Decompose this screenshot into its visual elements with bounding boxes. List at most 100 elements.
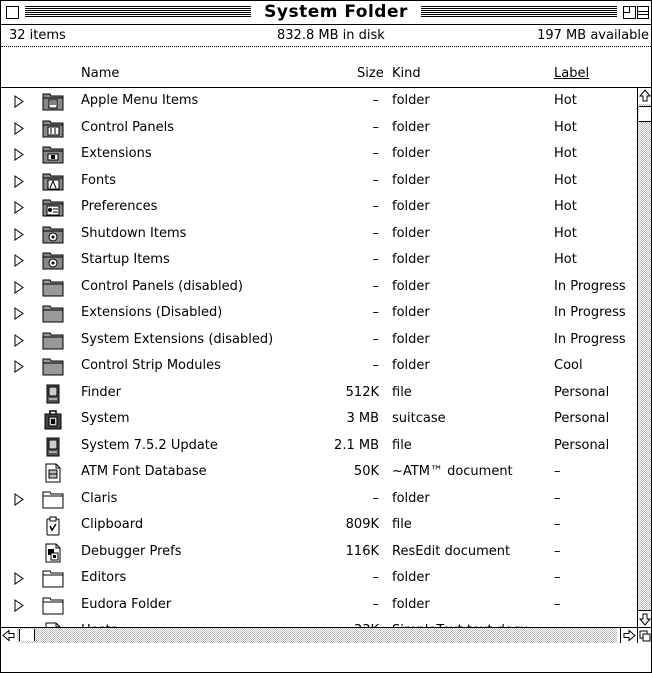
scroll-right-arrow-icon[interactable] — [620, 628, 637, 643]
file-kind: folder — [392, 358, 430, 373]
file-name[interactable]: System — [81, 411, 129, 426]
close-box[interactable] — [6, 6, 19, 19]
file-label: In Progress — [554, 331, 626, 347]
disclosure-triangle-icon[interactable] — [14, 307, 24, 320]
disclosure-triangle-icon[interactable] — [14, 174, 24, 188]
file-row[interactable]: Extensions (Disabled) – folder In Progress — [1, 300, 637, 327]
folder-icon[interactable] — [42, 490, 64, 510]
file-row[interactable]: System Extensions (disabled) – folder In Pr… — [1, 327, 637, 354]
file-name[interactable]: System 7.5.2 Update — [81, 438, 218, 453]
file-row[interactable]: Apple Menu Items – folder Hot — [1, 88, 637, 115]
file-row[interactable]: Shutdown Items – folder Hot — [1, 221, 637, 248]
file-size: – — [372, 358, 380, 373]
file-name[interactable]: Control Panels — [81, 120, 174, 135]
file-name[interactable]: Control Panels (disabled) — [81, 279, 243, 294]
disclosure-triangle-icon[interactable] — [14, 148, 24, 161]
file-name[interactable]: Control Strip Modules — [81, 358, 221, 373]
disclosure-triangle-icon[interactable] — [14, 572, 24, 585]
file-row[interactable]: Preferences – folder Hot — [1, 194, 637, 221]
file-name[interactable]: Eudora Folder — [81, 597, 171, 612]
file-kind: folder — [392, 252, 430, 267]
gray-folder-icon[interactable] — [42, 304, 64, 324]
file-row[interactable]: System 7.5.2 Update 2.1 MB file Personal — [1, 433, 637, 460]
file-name[interactable]: Finder — [81, 385, 121, 400]
disclosure-triangle-icon[interactable] — [14, 254, 24, 267]
file-row[interactable]: Fonts – folder Hot — [1, 168, 637, 195]
disclosure-triangle-icon[interactable] — [14, 333, 24, 347]
disclosure-triangle-icon[interactable] — [14, 227, 24, 241]
disclosure-triangle-icon[interactable] — [14, 360, 24, 373]
file-name[interactable]: Preferences — [81, 199, 157, 214]
system-suitcase-icon[interactable] — [42, 410, 64, 430]
fonts-folder-icon[interactable] — [42, 172, 64, 192]
file-row[interactable]: Control Panels (disabled) – folder In Progr… — [1, 274, 637, 301]
file-name[interactable]: Shutdown Items — [81, 226, 186, 241]
file-row[interactable]: Hosts33KSimpleText text docu...– — [1, 618, 637, 627]
finder-file-icon[interactable] — [42, 384, 64, 404]
file-row[interactable]: Finder 512K file Personal — [1, 380, 637, 407]
disclosure-triangle-icon[interactable] — [14, 598, 24, 612]
file-row[interactable]: Clipboard 809K file – — [1, 512, 637, 539]
apple-menu-folder-icon[interactable] — [42, 92, 64, 112]
zoom-box[interactable] — [623, 6, 636, 19]
file-name[interactable]: Clipboard — [81, 517, 143, 532]
vertical-scroll-thumb[interactable] — [639, 106, 651, 122]
windowshade-box[interactable] — [637, 6, 649, 19]
file-row[interactable]: Claris – folder – — [1, 486, 637, 513]
disclosure-triangle-icon[interactable] — [14, 492, 24, 506]
disclosure-triangle-icon[interactable] — [14, 280, 24, 294]
folder-icon[interactable] — [42, 596, 64, 616]
file-name[interactable]: Apple Menu Items — [81, 93, 198, 108]
file-row[interactable]: Editors – folder – — [1, 565, 637, 592]
file-name[interactable]: Editors — [81, 570, 126, 585]
file-name[interactable]: ATM Font Database — [81, 464, 207, 479]
startup-items-folder-icon[interactable] — [42, 251, 64, 271]
file-name[interactable]: Startup Items — [81, 252, 170, 267]
scroll-down-arrow-icon[interactable] — [638, 610, 651, 627]
disclosure-triangle-icon[interactable] — [14, 121, 24, 135]
preferences-folder-icon[interactable] — [42, 198, 64, 218]
file-name[interactable]: Debugger Prefs — [81, 544, 182, 559]
column-header-size[interactable]: Size — [357, 66, 384, 81]
file-name[interactable]: Fonts — [81, 173, 116, 188]
file-kind: folder — [392, 146, 430, 161]
file-name[interactable]: System Extensions (disabled) — [81, 332, 273, 347]
vertical-scrollbar[interactable] — [637, 88, 651, 627]
file-name[interactable]: Extensions (Disabled) — [81, 305, 222, 320]
file-row[interactable]: Debugger Prefs 116K ResEdit document – — [1, 539, 637, 566]
folder-icon[interactable] — [42, 569, 64, 589]
file-row[interactable]: System 3 MB suitcase Personal — [1, 406, 637, 433]
vertical-scroll-track[interactable] — [638, 104, 651, 610]
clipboard-icon[interactable] — [42, 516, 64, 536]
gray-folder-icon[interactable] — [42, 357, 64, 377]
file-row[interactable]: Startup Items – folder Hot — [1, 247, 637, 274]
file-name[interactable]: Extensions — [81, 146, 152, 161]
file-row[interactable]: Control Panels – folder Hot — [1, 115, 637, 142]
horizontal-scroll-thumb[interactable] — [19, 629, 35, 641]
extensions-folder-icon[interactable] — [42, 145, 64, 165]
file-label: Personal — [554, 384, 610, 400]
gray-folder-icon[interactable] — [42, 278, 64, 298]
shutdown-items-folder-icon[interactable] — [42, 225, 64, 245]
horizontal-scrollbar[interactable] — [1, 627, 637, 643]
horizontal-scroll-track[interactable] — [17, 628, 617, 643]
scroll-left-arrow-icon[interactable] — [1, 628, 18, 643]
column-header-kind[interactable]: Kind — [392, 66, 421, 81]
title-bar[interactable]: System Folder — [1, 1, 651, 25]
column-header-name[interactable]: Name — [81, 66, 119, 81]
file-row[interactable]: Control Strip Modules – folder Cool — [1, 353, 637, 380]
scroll-up-arrow-icon[interactable] — [638, 88, 651, 105]
column-header-label[interactable]: Label — [554, 66, 589, 81]
resedit-document-icon[interactable] — [42, 543, 64, 563]
disclosure-triangle-icon[interactable] — [14, 201, 24, 214]
file-row[interactable]: Eudora Folder – folder – — [1, 592, 637, 619]
system-update-file-icon[interactable] — [42, 437, 64, 457]
resize-grow-box-icon[interactable] — [637, 627, 651, 643]
atm-document-icon[interactable] — [42, 463, 64, 483]
file-row[interactable]: ATM Font Database 50K ~ATM™ document – — [1, 459, 637, 486]
file-row[interactable]: Extensions – folder Hot — [1, 141, 637, 168]
gray-folder-icon[interactable] — [42, 331, 64, 351]
file-name[interactable]: Claris — [81, 491, 117, 506]
disclosure-triangle-icon[interactable] — [14, 95, 24, 108]
control-panels-folder-icon[interactable] — [42, 119, 64, 139]
